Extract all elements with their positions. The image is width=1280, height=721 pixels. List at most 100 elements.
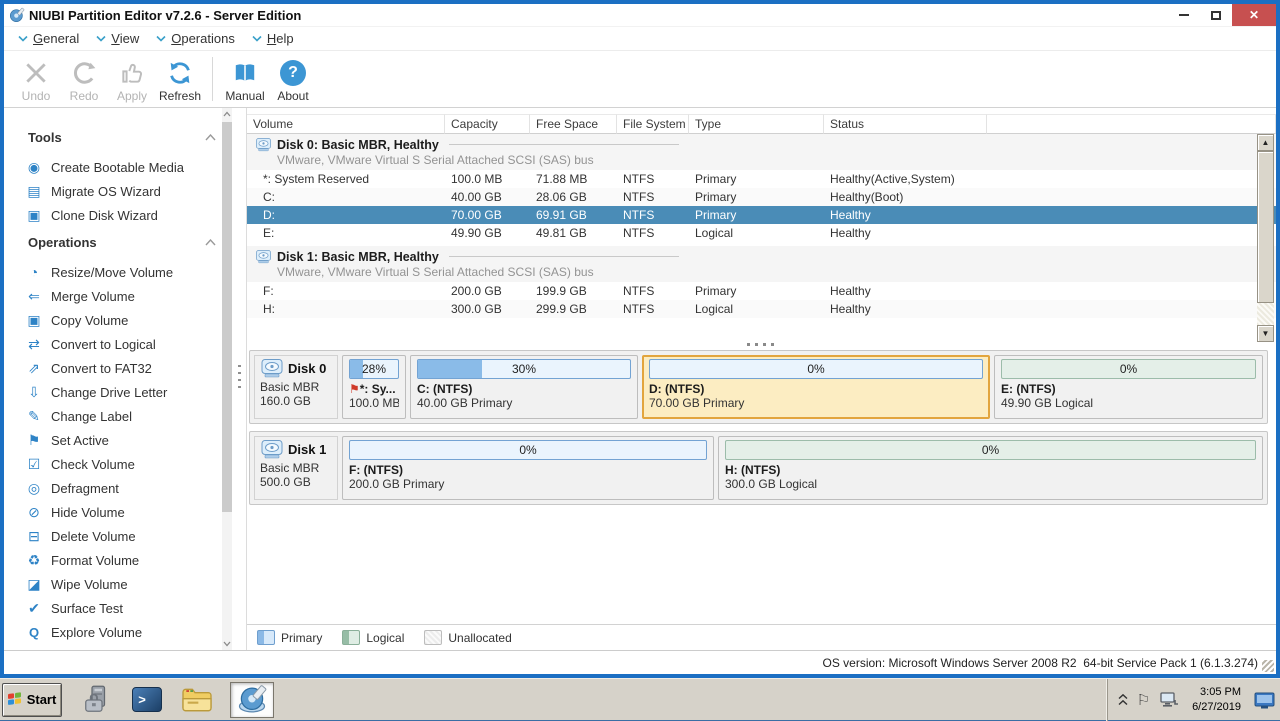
disk1-size: 500.0 GB xyxy=(260,475,332,489)
sidebar-item-wipe-volume[interactable]: ◪Wipe Volume xyxy=(20,572,232,596)
sidebar-item-merge-volume[interactable]: ⇐Merge Volume xyxy=(20,284,232,308)
sidebar-scrollbar[interactable] xyxy=(222,108,232,650)
sidebar-item-format-volume[interactable]: ♻Format Volume xyxy=(20,548,232,572)
sidebar-item-defragment[interactable]: ◎Defragment xyxy=(20,476,232,500)
menu-view[interactable]: View xyxy=(92,29,148,48)
column-volume[interactable]: Volume xyxy=(247,114,445,134)
usage-bar: 0% xyxy=(1001,359,1256,379)
table-row-e[interactable]: E:49.90 GB49.81 GBNTFSLogicalHealthy xyxy=(247,224,1276,242)
disk0-info[interactable]: Disk 0 Basic MBR 160.0 GB xyxy=(254,355,338,419)
server-manager-taskbar-icon[interactable] xyxy=(78,682,116,718)
apply-button[interactable]: Apply xyxy=(108,51,156,107)
format-icon: ♻ xyxy=(26,553,42,567)
disk1-info[interactable]: Disk 1 Basic MBR 500.0 GB xyxy=(254,436,338,500)
sidebar-item-clone-disk-wizard[interactable]: ▣Clone Disk Wizard xyxy=(20,203,232,227)
group-rule xyxy=(449,144,679,145)
sidebar-item-change-label[interactable]: ✎Change Label xyxy=(20,404,232,428)
table-row-c[interactable]: C:40.00 GB28.06 GBNTFSPrimaryHealthy(Boo… xyxy=(247,188,1276,206)
disc-icon: ◉ xyxy=(26,160,42,174)
redo-button[interactable]: Redo xyxy=(60,51,108,107)
scroll-down-icon[interactable] xyxy=(223,641,231,647)
partition-d-selected[interactable]: 0% D: (NTFS) 70.00 GB Primary xyxy=(642,355,990,419)
menu-label: View xyxy=(111,31,139,46)
sidebar-item-hide-volume[interactable]: ⊘Hide Volume xyxy=(20,500,232,524)
question-icon: ? xyxy=(280,60,306,86)
sidebar-item-delete-volume[interactable]: ⊟Delete Volume xyxy=(20,524,232,548)
column-empty xyxy=(987,114,1276,134)
start-button[interactable]: Start xyxy=(2,683,62,717)
column-capacity[interactable]: Capacity xyxy=(445,114,530,134)
sidebar-item-convert-to-logical[interactable]: ⇄Convert to Logical xyxy=(20,332,232,356)
sidebar-item-copy-volume[interactable]: ▣Copy Volume xyxy=(20,308,232,332)
manual-button[interactable]: Manual xyxy=(221,51,269,107)
horizontal-splitter[interactable] xyxy=(247,338,1276,350)
show-desktop-icon[interactable] xyxy=(1254,690,1276,710)
sidebar-item-migrate-os-wizard[interactable]: ▤Migrate OS Wizard xyxy=(20,179,232,203)
sidebar-item-create-bootable-media[interactable]: ◉Create Bootable Media xyxy=(20,155,232,179)
disk-drive-icon xyxy=(260,439,284,459)
logical-swatch-icon xyxy=(342,630,360,645)
sidebar-item-resize-move-volume[interactable]: ◔Resize/Move Volume xyxy=(20,260,232,284)
scrollbar-track[interactable] xyxy=(1257,303,1274,325)
flag-icon: ⚑ xyxy=(26,433,42,447)
menu-help[interactable]: Help xyxy=(248,29,303,48)
sidebar-item-set-active[interactable]: ⚑Set Active xyxy=(20,428,232,452)
table-scrollbar[interactable]: ▲ ▼ xyxy=(1257,134,1274,342)
niubi-taskbar-icon-active[interactable] xyxy=(230,682,274,718)
table-row-h[interactable]: H:300.0 GB299.9 GBNTFSLogicalHealthy xyxy=(247,300,1276,318)
sidebar-item-change-drive-letter[interactable]: ⇩Change Drive Letter xyxy=(20,380,232,404)
tray-expand-icon[interactable] xyxy=(1118,694,1128,705)
minimize-button[interactable] xyxy=(1168,4,1200,26)
scrollbar-thumb[interactable] xyxy=(1257,151,1274,303)
disk0-panel: Disk 0 Basic MBR 160.0 GB 28% ⚑*: Sy... … xyxy=(249,350,1268,424)
file-explorer-taskbar-icon[interactable] xyxy=(178,682,216,718)
partition-e[interactable]: 0% E: (NTFS) 49.90 GB Logical xyxy=(994,355,1263,419)
toolbar-separator xyxy=(212,57,213,101)
disk0-group-header[interactable]: Disk 0: Basic MBR, Healthy VMware, VMwar… xyxy=(247,134,1276,170)
column-file-system[interactable]: File System xyxy=(617,114,689,134)
scroll-up-icon[interactable] xyxy=(223,111,231,117)
column-free-space[interactable]: Free Space xyxy=(530,114,617,134)
powershell-taskbar-icon[interactable]: > xyxy=(128,682,166,718)
taskbar-clock[interactable]: 3:05 PM 6/27/2019 xyxy=(1188,685,1245,715)
maximize-button[interactable] xyxy=(1200,4,1232,26)
scroll-down-button[interactable]: ▼ xyxy=(1257,325,1274,342)
partition-system-reserved[interactable]: 28% ⚑*: Sy... 100.0 MB xyxy=(342,355,406,419)
action-center-flag-icon[interactable]: ⚐ xyxy=(1137,691,1150,709)
legend-primary: Primary xyxy=(257,630,322,645)
os-version-text: OS version: Microsoft Windows Server 200… xyxy=(822,656,1258,670)
table-row-system-reserved[interactable]: *: System Reserved100.0 MB71.88 MBNTFSPr… xyxy=(247,170,1276,188)
partition-h[interactable]: 0% H: (NTFS) 300.0 GB Logical xyxy=(718,436,1263,500)
wipe-icon: ◪ xyxy=(26,577,42,591)
scrollbar-thumb[interactable] xyxy=(222,122,232,512)
app-window: NIUBI Partition Editor v7.2.6 - Server E… xyxy=(0,0,1280,678)
partition-c[interactable]: 30% C: (NTFS) 40.00 GB Primary xyxy=(410,355,638,419)
scroll-up-button[interactable]: ▲ xyxy=(1257,134,1274,151)
sidebar-item-check-volume[interactable]: ☑Check Volume xyxy=(20,452,232,476)
resize-grip[interactable] xyxy=(1262,660,1274,672)
vertical-splitter[interactable] xyxy=(232,108,246,650)
table-row-d-selected[interactable]: D:70.00 GB69.91 GBNTFSPrimaryHealthy xyxy=(247,206,1276,224)
clock-date: 6/27/2019 xyxy=(1192,700,1241,715)
about-button[interactable]: ? About xyxy=(269,51,317,107)
column-type[interactable]: Type xyxy=(689,114,824,134)
table-header: Volume Capacity Free Space File System T… xyxy=(247,114,1276,134)
column-status[interactable]: Status xyxy=(824,114,987,134)
hide-eye-icon: ⊘ xyxy=(26,505,42,519)
usage-bar: 0% xyxy=(725,440,1256,460)
resize-icon: ◔ xyxy=(26,265,42,279)
sidebar-item-surface-test[interactable]: ✔Surface Test xyxy=(20,596,232,620)
menu-operations[interactable]: Operations xyxy=(152,29,244,48)
disk1-group-header[interactable]: Disk 1: Basic MBR, Healthy VMware, VMwar… xyxy=(247,246,1276,282)
close-button[interactable]: ✕ xyxy=(1232,4,1276,26)
undo-button[interactable]: Undo xyxy=(12,51,60,107)
refresh-button[interactable]: Refresh xyxy=(156,51,204,107)
sidebar-item-convert-to-fat32[interactable]: ⇗Convert to FAT32 xyxy=(20,356,232,380)
network-icon[interactable] xyxy=(1159,691,1179,709)
partition-f[interactable]: 0% F: (NTFS) 200.0 GB Primary xyxy=(342,436,714,500)
table-row-f[interactable]: F:200.0 GB199.9 GBNTFSPrimaryHealthy xyxy=(247,282,1276,300)
menu-general[interactable]: General xyxy=(14,29,88,48)
tools-section-header[interactable]: Tools xyxy=(28,130,230,145)
operations-section-header[interactable]: Operations xyxy=(28,235,230,250)
sidebar-item-explore-volume[interactable]: QExplore Volume xyxy=(20,620,232,644)
